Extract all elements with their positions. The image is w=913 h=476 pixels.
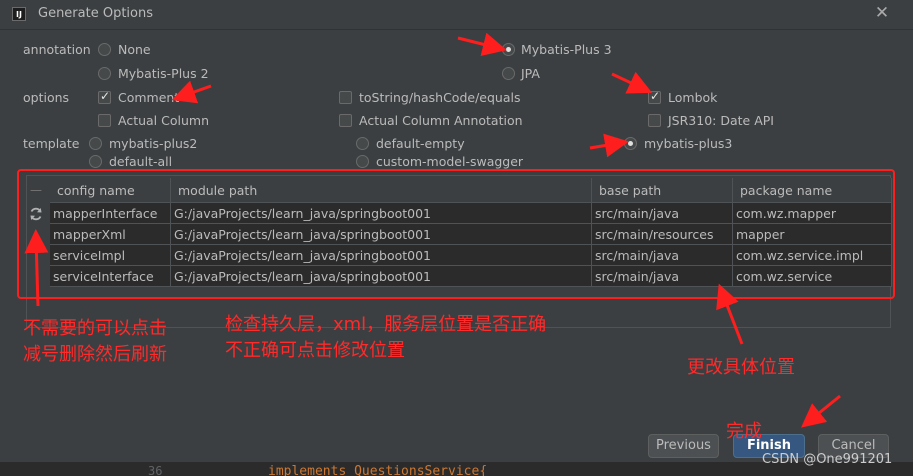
arrow-to-finish bbox=[801, 394, 841, 428]
arrow-to-comment bbox=[171, 80, 212, 104]
note-remove-line-2: 减号删除然后刷新 bbox=[23, 344, 167, 365]
code-line-text: implements QuestionsService{ bbox=[268, 464, 488, 476]
arrow-to-lombok bbox=[611, 71, 653, 94]
arrow-to-package-name bbox=[716, 283, 744, 345]
previous-button[interactable]: Previous bbox=[648, 434, 719, 458]
note-remove-line-1: 不需要的可以点击 bbox=[23, 318, 167, 339]
code-line-number: 36 bbox=[148, 464, 163, 476]
arrow-to-mybatis-plus3-template bbox=[589, 133, 629, 158]
arrow-to-mybatis-plus-3 bbox=[457, 32, 507, 57]
csdn-watermark: CSDN @One991201 bbox=[762, 452, 893, 467]
note-change-location: 更改具体位置 bbox=[687, 357, 795, 378]
note-check-line-1: 检查持久层，xml，服务层位置是否正确 bbox=[225, 314, 547, 335]
annotation-arrows bbox=[24, 32, 841, 428]
note-check-line-2: 不正确可点击修改位置 bbox=[225, 340, 405, 361]
arrow-to-remove-icon bbox=[24, 229, 49, 307]
note-done: 完成 bbox=[726, 421, 762, 442]
